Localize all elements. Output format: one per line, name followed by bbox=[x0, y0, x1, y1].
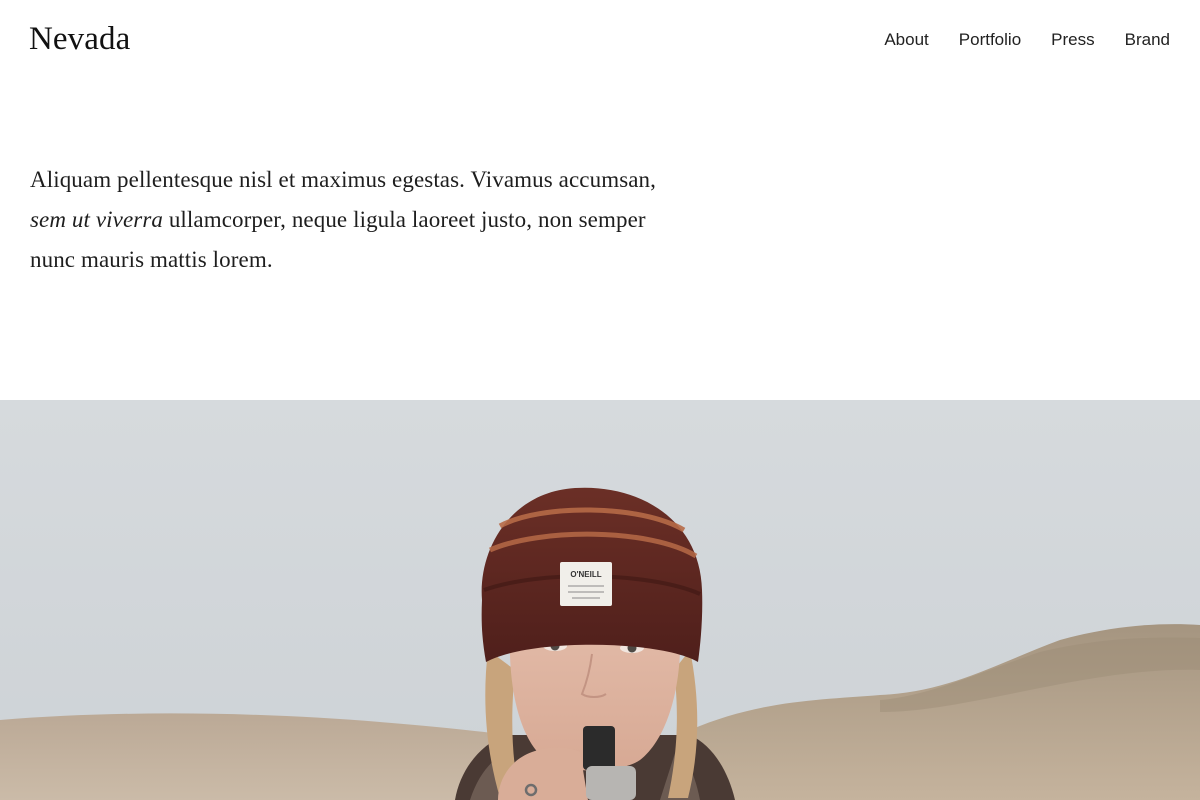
site-header: Nevada About Portfolio Press Brand bbox=[0, 0, 1200, 82]
main-navigation: About Portfolio Press Brand bbox=[884, 28, 1170, 52]
nav-item-about[interactable]: About bbox=[884, 28, 928, 52]
hero-photo-illustration: O'NEILL bbox=[0, 400, 1200, 800]
hero-image: O'NEILL bbox=[0, 400, 1200, 800]
intro-text: Aliquam pellentesque nisl et maximus ege… bbox=[30, 160, 680, 280]
cup-body bbox=[586, 766, 636, 800]
beanie-label bbox=[560, 562, 612, 606]
intro-text-start: Aliquam pellentesque nisl et maximus ege… bbox=[30, 167, 656, 192]
nav-item-press[interactable]: Press bbox=[1051, 28, 1094, 52]
site-title-link[interactable]: Nevada bbox=[29, 19, 130, 59]
cup-lid bbox=[583, 726, 615, 770]
dune-left bbox=[0, 713, 500, 800]
nav-item-brand[interactable]: Brand bbox=[1125, 28, 1170, 52]
beanie-label-text: O'NEILL bbox=[570, 570, 601, 579]
intro-text-italic: sem ut viverra bbox=[30, 207, 163, 232]
nav-item-portfolio[interactable]: Portfolio bbox=[959, 28, 1021, 52]
